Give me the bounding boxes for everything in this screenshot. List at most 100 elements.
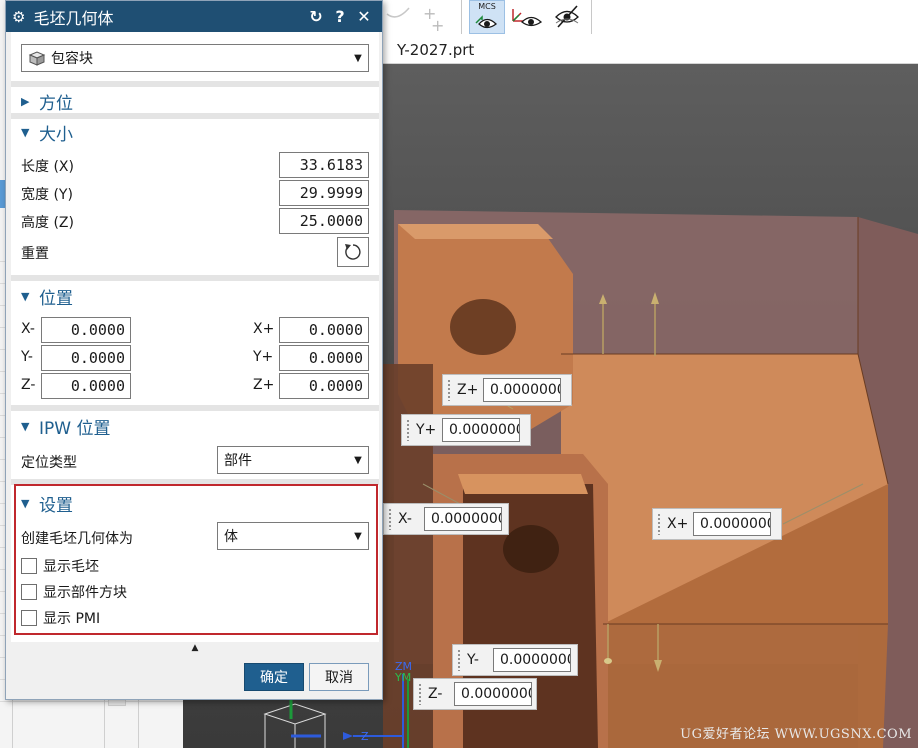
hide-eye-icon <box>555 5 579 28</box>
file-tab[interactable]: Y-2027.prt <box>383 36 918 64</box>
show-mcs-button[interactable]: MCS <box>469 0 505 34</box>
zplus-input[interactable]: 0.0000 <box>279 373 369 399</box>
part-hole-upper <box>450 299 516 355</box>
xminus-handle-box[interactable]: X- 0.0000000 <box>383 503 509 535</box>
file-tab-label: Y-2027.prt <box>397 41 475 59</box>
create-as-label: 创建毛坯几何体为 <box>21 531 133 547</box>
gear-icon: ⚙ <box>12 7 26 26</box>
grip-icon <box>406 419 410 441</box>
size-section-header[interactable]: ▼ 大小 <box>21 120 73 145</box>
grip-icon <box>447 379 451 401</box>
yplus-handle-box[interactable]: Y+ 0.0000000 <box>401 414 531 446</box>
length-label: 长度 (X) <box>21 159 74 175</box>
xminus-input[interactable]: 0.0000 <box>41 317 131 343</box>
view-toolbar: + + MCS <box>383 0 918 36</box>
handle-label: Y- <box>467 652 479 668</box>
zplus-handle-box[interactable]: Z+ 0.0000000 <box>442 374 572 406</box>
locate-type-select[interactable]: 部件 ▼ <box>217 446 369 474</box>
zplus-handle-input[interactable]: 0.0000000 <box>483 378 561 402</box>
caret-down-icon: ▼ <box>21 420 30 433</box>
caret-down-icon: ▼ <box>21 497 30 510</box>
yminus-label: Y- <box>21 349 33 365</box>
caret-down-icon: ▼ <box>21 126 30 139</box>
grip-icon <box>457 649 461 671</box>
grip-icon <box>418 683 422 705</box>
show-block-checkbox[interactable]: 显示部件方块 <box>21 582 127 602</box>
width-input[interactable]: 29.9999 <box>279 180 369 206</box>
zminus-input[interactable]: 0.0000 <box>41 373 131 399</box>
reset-label: 重置 <box>21 246 49 262</box>
zplus-label: Z+ <box>253 377 275 393</box>
section-separator <box>11 405 379 411</box>
create-as-select[interactable]: 体 ▼ <box>217 522 369 550</box>
yplus-handle-input[interactable]: 0.0000000 <box>442 418 520 442</box>
blank-geometry-dialog: ⚙ 毛坯几何体 ↻ ? ✕ 包容块 ▼ ▶ 方位 ▼ 大小 长度 (X) 33.… <box>5 0 383 700</box>
xminus-handle-input[interactable]: 0.0000000 <box>424 507 502 531</box>
xplus-input[interactable]: 0.0000 <box>279 317 369 343</box>
ipw-title: IPW 位置 <box>39 419 111 439</box>
caret-right-icon: ▶ <box>21 95 30 108</box>
grip-icon <box>388 508 392 530</box>
ok-button[interactable]: 确定 <box>244 663 304 691</box>
zminus-handle-box[interactable]: Z- 0.0000000 <box>413 678 537 710</box>
xplus-handle-input[interactable]: 0.0000000 <box>693 512 771 536</box>
orientation-section-header[interactable]: ▶ 方位 <box>21 89 73 114</box>
reset-dialog-icon[interactable]: ↻ <box>304 7 328 26</box>
yminus-handle-input[interactable]: 0.0000000 <box>493 648 571 672</box>
locate-type-value: 部件 <box>224 453 252 469</box>
show-csys-button[interactable] <box>509 0 545 34</box>
yplus-label: Y+ <box>253 349 274 365</box>
cancel-button[interactable]: 取消 <box>309 663 369 691</box>
section-separator <box>11 81 379 87</box>
type-select[interactable]: 包容块 ▼ <box>21 44 369 72</box>
triad-ym-label: YM <box>394 671 411 684</box>
type-select-value: 包容块 <box>51 51 93 67</box>
checkbox-box[interactable] <box>21 558 37 574</box>
reset-size-button[interactable] <box>337 237 369 267</box>
xplus-label: X+ <box>253 321 275 337</box>
chevron-down-icon: ▼ <box>354 52 362 64</box>
position-title: 位置 <box>39 289 73 309</box>
part-hole-lower <box>503 525 559 573</box>
show-blank-label: 显示毛坯 <box>43 559 99 575</box>
show-pmi-checkbox[interactable]: 显示 PMI <box>21 608 100 628</box>
handle-label: Z+ <box>457 382 479 398</box>
size-title: 大小 <box>39 125 73 145</box>
length-input[interactable]: 33.6183 <box>279 152 369 178</box>
position-section-header[interactable]: ▼ 位置 <box>21 284 73 309</box>
view-cube <box>263 703 327 725</box>
yplus-input[interactable]: 0.0000 <box>279 345 369 371</box>
block-icon <box>28 51 46 66</box>
settings-title: 设置 <box>39 496 73 516</box>
show-blank-checkbox[interactable]: 显示毛坯 <box>21 556 99 576</box>
plus-icon: + <box>431 16 445 35</box>
help-icon[interactable]: ? <box>328 7 352 26</box>
dialog-titlebar[interactable]: ⚙ 毛坯几何体 ↻ ? ✕ <box>6 1 382 32</box>
handle-label: Y+ <box>416 422 437 438</box>
hide-objects-button[interactable] <box>549 0 585 34</box>
caret-up-icon: ▲ <box>191 643 199 653</box>
checkbox-box[interactable] <box>21 584 37 600</box>
yminus-input[interactable]: 0.0000 <box>41 345 131 371</box>
collapse-toggle[interactable]: ▲ <box>11 642 379 654</box>
height-input[interactable]: 25.0000 <box>279 208 369 234</box>
height-label: 高度 (Z) <box>21 215 74 231</box>
eye-icon <box>475 15 497 29</box>
toolbar-separator <box>591 0 592 34</box>
xminus-label: X- <box>21 321 35 337</box>
zminus-label: Z- <box>21 377 36 393</box>
locate-type-label: 定位类型 <box>21 455 77 471</box>
settings-section-header[interactable]: ▼ 设置 <box>21 491 73 516</box>
grip-icon <box>657 513 661 535</box>
create-as-value: 体 <box>224 529 238 545</box>
xplus-handle-box[interactable]: X+ 0.0000000 <box>652 508 782 540</box>
part-ear-upper-top <box>398 224 553 239</box>
close-icon[interactable]: ✕ <box>352 7 376 26</box>
yminus-handle-box[interactable]: Y- 0.0000000 <box>452 644 578 676</box>
checkbox-box[interactable] <box>21 610 37 626</box>
zminus-handle-input[interactable]: 0.0000000 <box>454 682 532 706</box>
watermark: UG爱好者论坛 WWW.UGSNX.COM <box>680 727 912 742</box>
ipw-section-header[interactable]: ▼ IPW 位置 <box>21 414 110 439</box>
section-separator <box>11 275 379 281</box>
show-block-label: 显示部件方块 <box>43 585 127 601</box>
